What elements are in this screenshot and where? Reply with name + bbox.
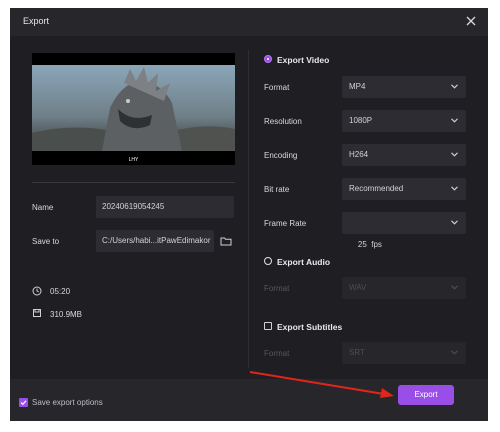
export-video-radio[interactable] bbox=[264, 55, 272, 63]
format-value: MP4 bbox=[349, 82, 366, 91]
title-bar: Export bbox=[10, 8, 488, 36]
save-options-label[interactable]: Save export options bbox=[32, 398, 103, 407]
video-preview: LHY bbox=[32, 53, 235, 165]
dialog-title: Export bbox=[23, 16, 50, 26]
chevron-down-icon bbox=[451, 152, 458, 157]
chevron-down-icon bbox=[451, 186, 458, 191]
format-select[interactable]: MP4 bbox=[342, 76, 466, 98]
close-icon[interactable] bbox=[464, 14, 478, 28]
framerate-label: Frame Rate bbox=[264, 219, 307, 228]
duration-value: 05:20 bbox=[50, 287, 71, 296]
framerate-value: 25 fps bbox=[357, 240, 382, 249]
format-label: Format bbox=[264, 83, 290, 92]
encoding-value: H264 bbox=[349, 150, 369, 159]
bitrate-label: Bit rate bbox=[264, 185, 290, 194]
export-dialog: Export LHY Name 20240619054245 Save to C… bbox=[10, 8, 488, 421]
chevron-down-icon bbox=[451, 118, 458, 123]
column-divider bbox=[248, 50, 249, 368]
save-to-path[interactable]: C:/Users/habi...itPawEdimakor bbox=[96, 230, 214, 252]
encoding-label: Encoding bbox=[264, 151, 298, 160]
chevron-down-icon bbox=[451, 350, 458, 355]
save-options-checkbox[interactable] bbox=[19, 398, 28, 407]
framerate-select[interactable]: 25 fps bbox=[342, 212, 466, 249]
chevron-down-icon bbox=[451, 84, 458, 89]
resolution-value: 1080P bbox=[349, 116, 373, 125]
export-video-label[interactable]: Export Video bbox=[277, 55, 329, 65]
export-audio-radio[interactable] bbox=[264, 257, 272, 265]
export-audio-label[interactable]: Export Audio bbox=[277, 257, 330, 267]
folder-icon[interactable] bbox=[220, 236, 232, 246]
left-divider bbox=[32, 182, 235, 183]
clock-icon bbox=[32, 286, 42, 296]
chevron-down-icon bbox=[451, 285, 458, 290]
preview-frame-image bbox=[32, 53, 235, 165]
bitrate-select[interactable]: Recommended bbox=[342, 178, 466, 200]
checkmark-icon bbox=[20, 400, 27, 406]
audio-format-value: WAV bbox=[349, 283, 367, 292]
preview-subtitle: LHY bbox=[128, 157, 139, 163]
name-input[interactable]: 20240619054245 bbox=[96, 196, 234, 218]
export-button[interactable]: Export bbox=[398, 385, 454, 405]
chevron-down-icon bbox=[451, 220, 458, 225]
encoding-select[interactable]: H264 bbox=[342, 144, 466, 166]
subtitles-format-select: SRT bbox=[342, 342, 466, 364]
subtitles-format-value: SRT bbox=[349, 348, 365, 357]
name-label: Name bbox=[32, 203, 54, 212]
subtitles-format-label: Format bbox=[264, 349, 290, 358]
bitrate-value: Recommended bbox=[349, 184, 404, 193]
resolution-select[interactable]: 1080P bbox=[342, 110, 466, 132]
audio-format-label: Format bbox=[264, 284, 290, 293]
red-arrow-annotation bbox=[249, 371, 394, 398]
export-subtitles-label[interactable]: Export Subtitles bbox=[277, 322, 342, 332]
save-to-label: Save to bbox=[32, 237, 60, 246]
file-size-icon bbox=[33, 309, 41, 317]
resolution-label: Resolution bbox=[264, 117, 302, 126]
audio-format-select: WAV bbox=[342, 277, 466, 299]
file-size-value: 310.9MB bbox=[50, 310, 83, 319]
export-subtitles-checkbox[interactable] bbox=[264, 322, 272, 330]
